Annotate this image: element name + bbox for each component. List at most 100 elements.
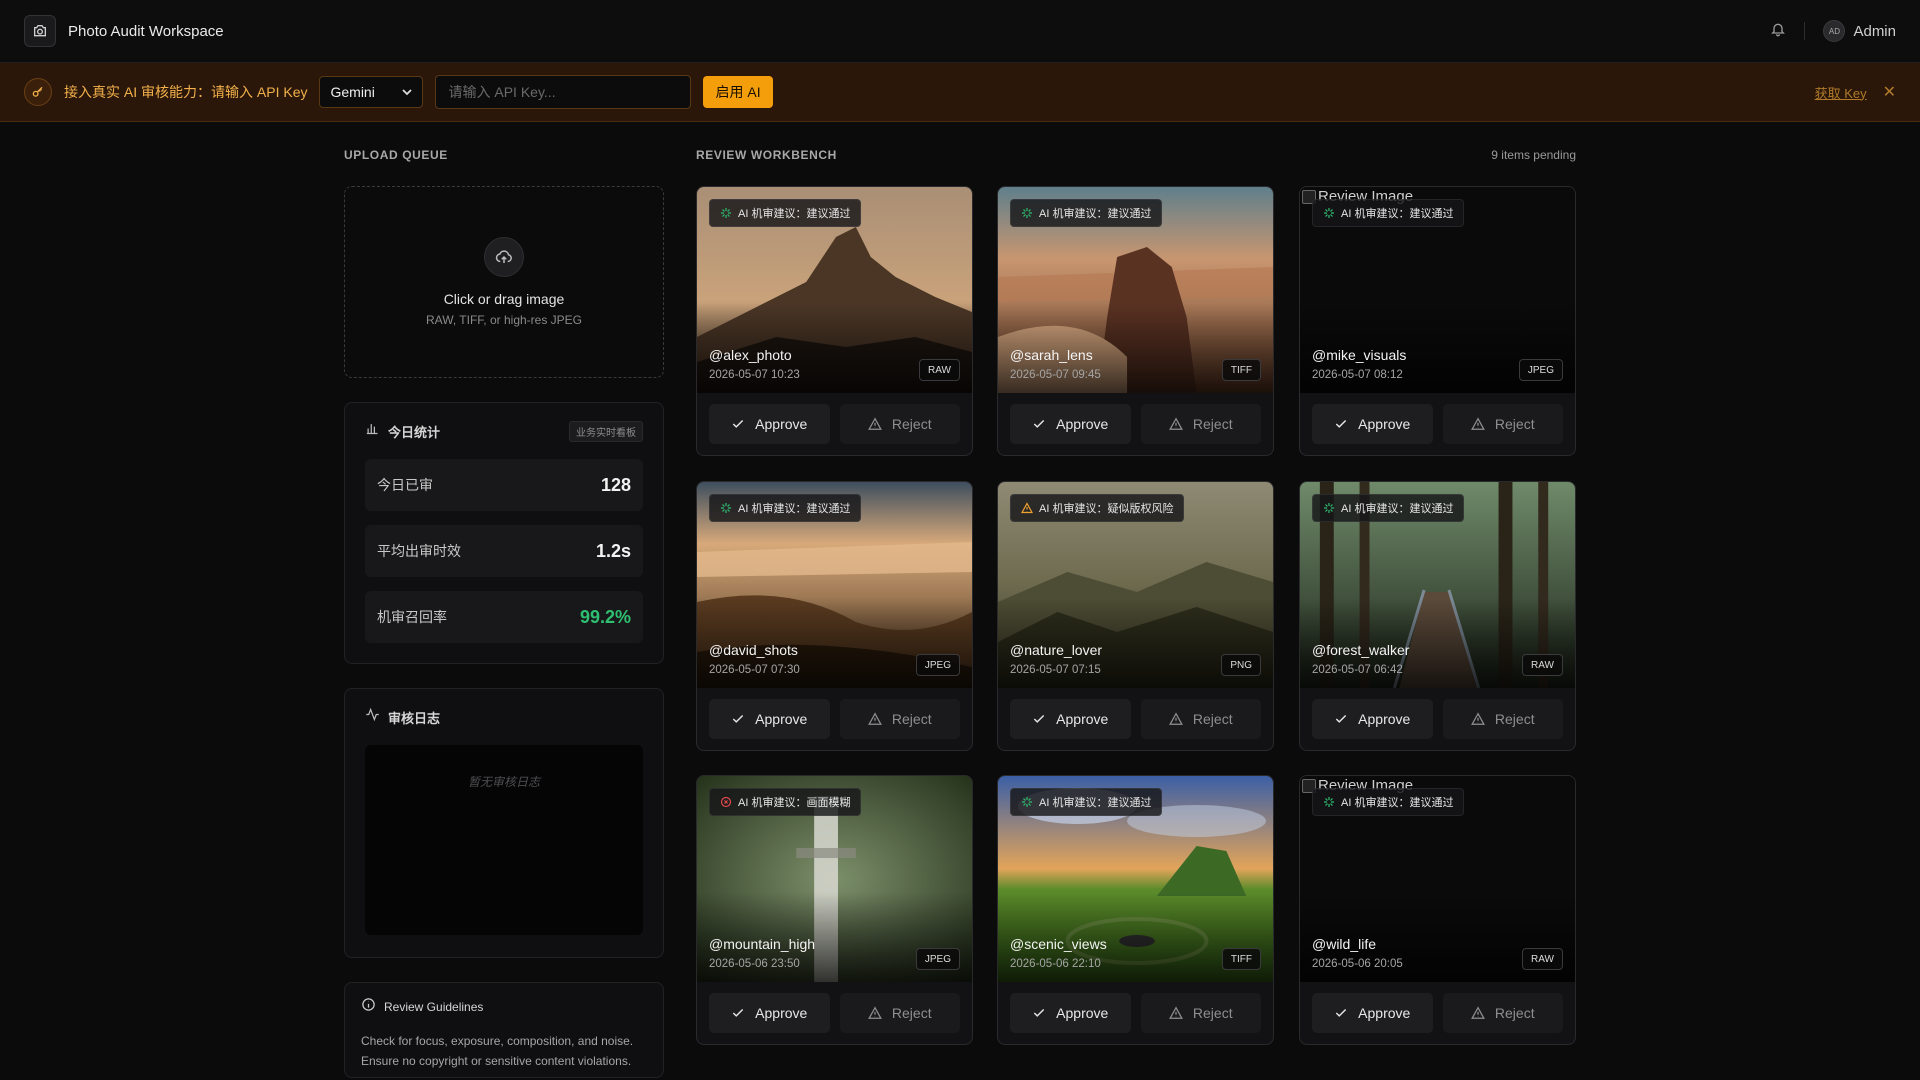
stat-label: 平均出审时效 xyxy=(377,543,461,559)
upload-time: 2026-05-06 22:10 xyxy=(1010,958,1101,970)
check-icon xyxy=(1336,1009,1347,1017)
format-badge: TIFF xyxy=(1221,359,1261,381)
review-image[interactable]: AI 机审建议：建议通过 @sarah_lens 2026-05-07 09:45 T… xyxy=(998,187,1273,393)
log-list[interactable]: 暂无审核日志 xyxy=(365,745,643,935)
stat-reviewed-today: 今日已审 128 xyxy=(365,459,643,511)
uploader-handle[interactable]: @wild_life xyxy=(1312,936,1376,952)
format-badge: PNG xyxy=(1221,654,1261,676)
review-card[interactable]: Review Image AI 机审建议：建议通过 @mike_visuals 202… xyxy=(1299,186,1576,456)
ai-suggestion-text: AI 机审建议：建议通过 xyxy=(1341,503,1454,515)
review-card[interactable]: AI 机审建议：建议通过 @sarah_lens 2026-05-07 09:45 T… xyxy=(997,186,1274,456)
alert-triangle-icon xyxy=(867,712,882,725)
uploader-handle[interactable]: @forest_walker xyxy=(1312,642,1409,658)
approve-label: Approve xyxy=(1358,711,1411,727)
approve-button[interactable]: Approve xyxy=(709,699,830,739)
user-menu[interactable]: AD Admin xyxy=(1823,20,1896,42)
format-badge: RAW xyxy=(1522,948,1563,970)
pending-count: 9 items pending xyxy=(1491,148,1576,162)
uploader-handle[interactable]: @scenic_views xyxy=(1010,936,1107,952)
reject-button[interactable]: Reject xyxy=(1140,993,1261,1033)
top-bar: Photo Audit Workspace AD Admin xyxy=(0,0,1920,63)
check-icon xyxy=(733,715,744,723)
approve-button[interactable]: Approve xyxy=(1312,699,1433,739)
enable-ai-button[interactable]: 启用 AI xyxy=(703,76,773,108)
bell-icon[interactable] xyxy=(1770,21,1786,42)
approve-button[interactable]: Approve xyxy=(1010,699,1131,739)
approve-label: Approve xyxy=(1056,1005,1109,1021)
stat-value: 99.2% xyxy=(579,606,631,627)
approve-button[interactable]: Approve xyxy=(1010,993,1131,1033)
approve-label: Approve xyxy=(1056,416,1109,432)
review-image[interactable]: Review Image AI 机审建议：建议通过 @mike_visuals 202… xyxy=(1300,187,1575,393)
approve-button[interactable]: Approve xyxy=(1010,404,1131,444)
stat-avg-time: 平均出审时效 1.2s xyxy=(365,525,643,577)
format-badge: JPEG xyxy=(1518,359,1563,381)
review-card[interactable]: AI 机审建议：建议通过 @david_shots 2026-05-07 07:30… xyxy=(696,481,973,751)
alert-triangle-icon xyxy=(1470,712,1485,725)
provider-select[interactable]: Gemini xyxy=(319,76,424,108)
upload-dropzone[interactable]: Click or drag image RAW, TIFF, or high-r… xyxy=(344,186,664,378)
ai-pass-icon xyxy=(1324,503,1334,513)
upload-formats: RAW, TIFF, or high-res JPEG xyxy=(425,313,583,327)
format-badge: JPEG xyxy=(915,948,960,970)
review-card[interactable]: AI 机审建议：疑似版权风险 @nature_lover 2026-05-07 07… xyxy=(997,481,1274,751)
uploader-handle[interactable]: @mountain_high xyxy=(709,936,815,952)
reject-button[interactable]: Reject xyxy=(1140,699,1261,739)
check-icon xyxy=(1034,420,1045,428)
reject-button[interactable]: Reject xyxy=(1140,404,1261,444)
cloud-upload-icon xyxy=(484,237,524,277)
get-key-link[interactable]: 获取 Key xyxy=(1815,83,1867,102)
reject-label: Reject xyxy=(891,1005,932,1021)
close-icon[interactable]: ✕ xyxy=(1883,82,1896,102)
review-image[interactable]: AI 机审建议：疑似版权风险 @nature_lover 2026-05-07 07… xyxy=(998,482,1273,688)
approve-button[interactable]: Approve xyxy=(709,993,830,1033)
check-icon xyxy=(1336,420,1347,428)
reject-button[interactable]: Reject xyxy=(839,993,960,1033)
review-image[interactable]: AI 机审建议：建议通过 @scenic_views 2026-05-06 22:1… xyxy=(998,776,1273,982)
divider xyxy=(1804,22,1806,40)
reject-button[interactable]: Reject xyxy=(1442,699,1563,739)
review-card[interactable]: AI 机审建议：建议通过 @scenic_views 2026-05-06 22:1… xyxy=(997,775,1274,1045)
alert-triangle-icon xyxy=(867,1006,882,1019)
uploader-handle[interactable]: @mike_visuals xyxy=(1312,347,1406,363)
guidelines-panel: Review Guidelines Check for focus, expos… xyxy=(344,982,664,1078)
upload-time: 2026-05-07 06:42 xyxy=(1312,664,1403,676)
activity-icon xyxy=(365,707,380,727)
format-badge: RAW xyxy=(1522,654,1563,676)
api-key-input[interactable] xyxy=(435,75,692,109)
reject-button[interactable]: Reject xyxy=(839,404,960,444)
review-card[interactable]: AI 机审建议：建议通过 @alex_photo 2026-05-07 10:23 R… xyxy=(696,186,973,456)
approve-label: Approve xyxy=(1056,711,1109,727)
review-image[interactable]: AI 机审建议：建议通过 @alex_photo 2026-05-07 10:23 R… xyxy=(697,187,972,393)
approve-button[interactable]: Approve xyxy=(1312,404,1433,444)
guidelines-title: Review Guidelines xyxy=(384,1000,484,1014)
reject-button[interactable]: Reject xyxy=(1442,993,1563,1033)
uploader-handle[interactable]: @nature_lover xyxy=(1010,642,1102,658)
stat-value: 128 xyxy=(600,474,631,495)
uploader-handle[interactable]: @alex_photo xyxy=(709,347,792,363)
avatar: AD xyxy=(1823,20,1846,42)
reject-button[interactable]: Reject xyxy=(839,699,960,739)
approve-label: Approve xyxy=(755,711,808,727)
review-image[interactable]: AI 机审建议：建议通过 @forest_walker 2026-05-07 06:… xyxy=(1300,482,1575,688)
ai-suggestion-text: AI 机审建议：建议通过 xyxy=(738,503,851,515)
upload-time: 2026-05-07 07:30 xyxy=(709,664,800,676)
stats-title: 今日统计 xyxy=(388,424,441,440)
approve-button[interactable]: Approve xyxy=(1312,993,1433,1033)
ai-pass-icon xyxy=(1324,797,1334,807)
audit-log-panel: 审核日志 暂无审核日志 xyxy=(344,688,664,958)
uploader-handle[interactable]: @david_shots xyxy=(709,642,798,658)
uploader-handle[interactable]: @sarah_lens xyxy=(1010,347,1093,363)
stats-panel: 今日统计 业务实时看板 今日已审 128 平均出审时效 1.2s 机审召回率 9… xyxy=(344,402,664,664)
camera-icon[interactable] xyxy=(24,15,56,47)
reject-button[interactable]: Reject xyxy=(1442,404,1563,444)
review-card[interactable]: AI 机审建议：建议通过 @forest_walker 2026-05-07 06:… xyxy=(1299,481,1576,751)
format-badge: RAW xyxy=(919,359,960,381)
review-image[interactable]: AI 机审建议：建议通过 @david_shots 2026-05-07 07:30… xyxy=(697,482,972,688)
ai-suggestion-text: AI 机审建议：建议通过 xyxy=(1341,797,1454,809)
review-image[interactable]: AI 机审建议：画面模糊 @mountain_high 2026-05-06 23:… xyxy=(697,776,972,982)
review-card[interactable]: AI 机审建议：画面模糊 @mountain_high 2026-05-06 23:… xyxy=(696,775,973,1045)
review-image[interactable]: Review Image AI 机审建议：建议通过 @wild_life 2026-0… xyxy=(1300,776,1575,982)
review-card[interactable]: Review Image AI 机审建议：建议通过 @wild_life 2026-0… xyxy=(1299,775,1576,1045)
approve-button[interactable]: Approve xyxy=(709,404,830,444)
